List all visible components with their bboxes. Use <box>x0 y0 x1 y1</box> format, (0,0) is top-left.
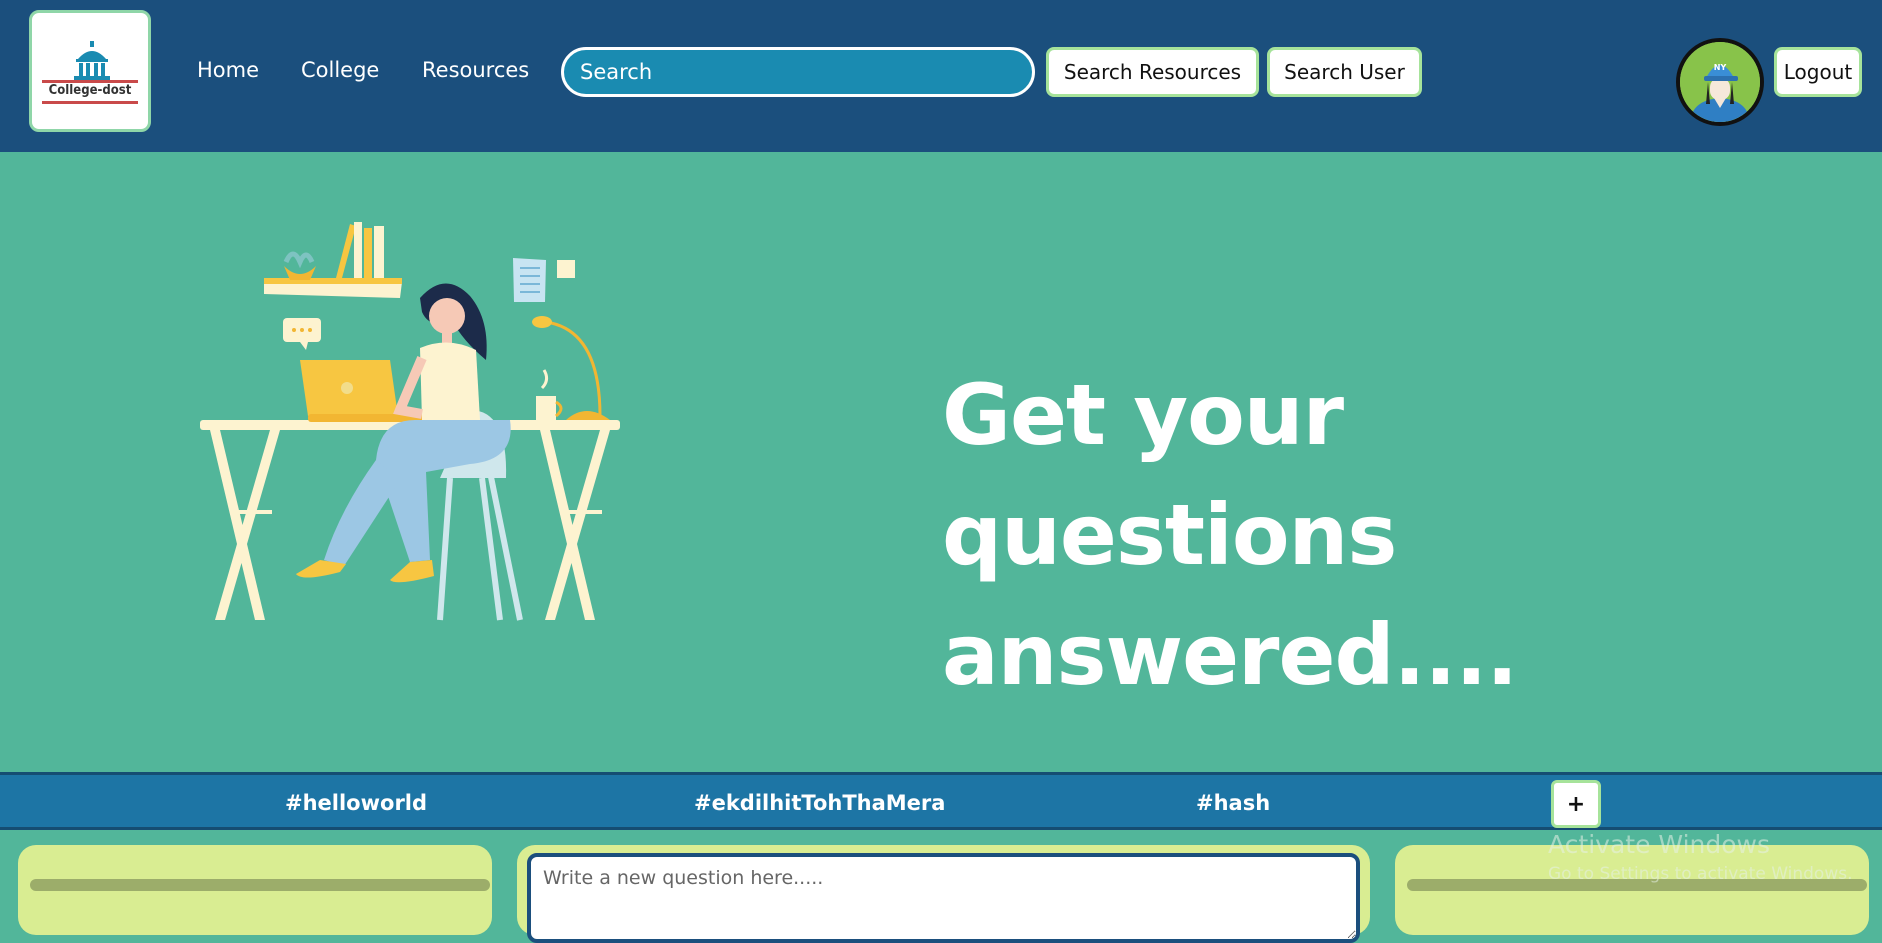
activate-windows-subtitle: Go to Settings to activate Windows. <box>1548 864 1853 884</box>
hashtag-helloworld[interactable]: #helloworld <box>285 791 427 815</box>
avatar-cap-text: NY <box>1714 63 1727 72</box>
hero-title-line-2: answered.... <box>942 606 1518 704</box>
hashtag-bar: #helloworld #ekdilhitTohThaMera #hash + <box>0 772 1882 830</box>
activate-windows-title: Activate Windows <box>1548 830 1770 859</box>
left-card-divider <box>30 879 490 891</box>
logo-underline-bottom <box>42 101 138 104</box>
hero-title-line-1: Get your questions <box>942 366 1397 584</box>
logout-button[interactable]: Logout <box>1774 47 1862 97</box>
logo-text: College-dost <box>48 83 132 98</box>
search-input[interactable] <box>561 47 1035 97</box>
college-dost-logo[interactable]: College-dost <box>29 10 151 132</box>
add-hashtag-button[interactable]: + <box>1551 780 1601 828</box>
woman-at-desk-illustration <box>200 222 620 621</box>
search-resources-button[interactable]: Search Resources <box>1046 47 1259 97</box>
nav-link-home[interactable]: Home <box>197 58 259 82</box>
hero-title: Get your questions answered.... <box>942 355 1822 715</box>
hashtag-hash[interactable]: #hash <box>1196 791 1270 815</box>
top-navbar: College-dost Home College Resources Sear… <box>0 0 1882 152</box>
nav-link-college[interactable]: College <box>301 58 379 82</box>
new-question-input[interactable] <box>527 853 1360 943</box>
user-avatar[interactable]: NY <box>1676 38 1764 126</box>
college-building-icon <box>74 41 110 80</box>
nav-link-resources[interactable]: Resources <box>422 58 529 82</box>
search-user-button[interactable]: Search User <box>1267 47 1422 97</box>
user-avatar-icon: NY <box>1680 42 1760 122</box>
hashtag-ekdilhittohthamera[interactable]: #ekdilhitTohThaMera <box>694 791 945 815</box>
